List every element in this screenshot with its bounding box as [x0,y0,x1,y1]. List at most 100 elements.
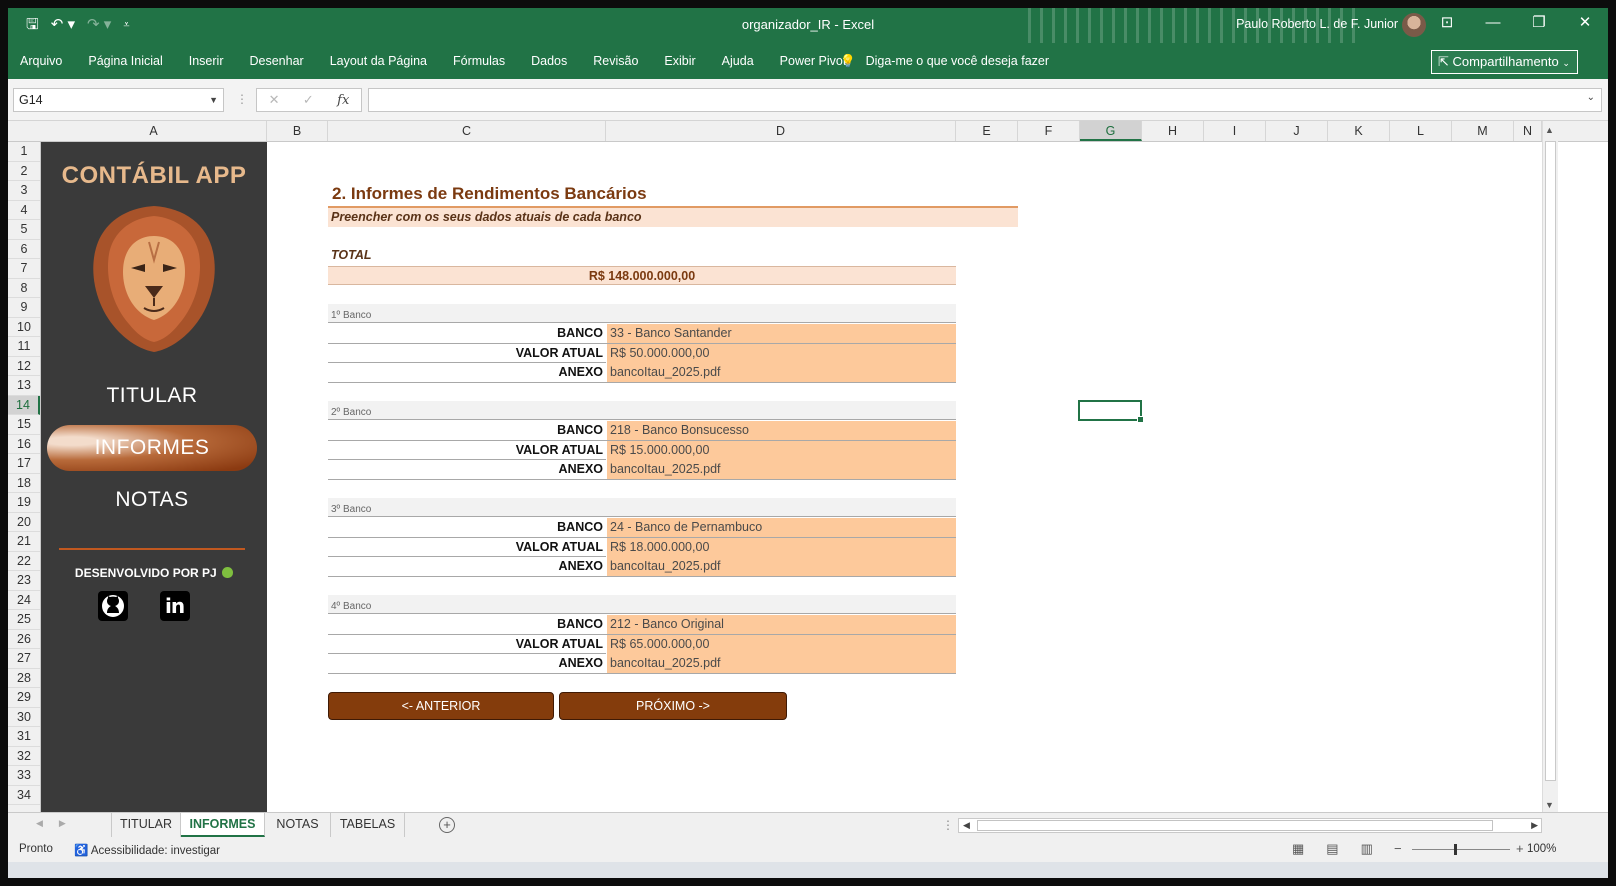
row-header[interactable]: 13 [8,376,40,396]
name-box[interactable]: G14 ▼ [13,88,224,112]
sheet-tab-titular[interactable]: TITULAR [111,813,181,837]
bank-value-field[interactable]: R$ 65.000.000,00 [606,634,956,654]
normal-view-icon[interactable]: ▦ [1292,841,1304,857]
zoom-in-icon[interactable]: + [1516,841,1524,856]
row-header[interactable]: 7 [8,259,40,279]
column-header[interactable]: K [1328,121,1390,141]
column-header[interactable]: E [956,121,1018,141]
tab-arquivo[interactable]: Arquivo [20,54,62,68]
row-header[interactable]: 18 [8,474,40,493]
insert-function-icon[interactable]: fx [337,93,349,108]
github-icon[interactable] [98,591,128,621]
nav-informes[interactable]: INFORMES [47,425,257,471]
row-header[interactable]: 16 [8,435,40,454]
scroll-down-icon[interactable]: ▼ [1545,800,1554,810]
row-header[interactable]: 1 [8,142,40,162]
row-header[interactable]: 22 [8,552,40,571]
tab-split-handle[interactable]: ⋮ [942,818,954,832]
column-header[interactable]: D [606,121,956,141]
row-header[interactable]: 3 [8,181,40,201]
save-icon[interactable]: 🖫 [26,14,39,36]
minimize-icon[interactable]: — [1470,8,1516,40]
user-name[interactable]: Paulo Roberto L. de F. Junior [1236,17,1398,31]
tab-power-pivot[interactable]: Power Pivot [780,54,847,68]
restore-icon[interactable]: ❐ [1516,8,1562,40]
row-header[interactable]: 15 [8,415,40,435]
tab-desenhar[interactable]: Desenhar [249,54,303,68]
attachment-field[interactable]: bancoItau_2025.pdf [606,460,956,479]
row-header[interactable]: 23 [8,571,40,591]
column-header[interactable]: B [267,121,328,141]
row-header[interactable]: 31 [8,727,40,747]
row-header[interactable]: 19 [8,493,40,513]
column-header[interactable]: M [1452,121,1514,141]
share-button[interactable]: ⇱ Compartilhamento ⌄ [1431,50,1578,74]
row-header[interactable]: 6 [8,240,40,259]
enter-icon[interactable]: ✓ [303,92,314,108]
row-header[interactable]: 32 [8,747,40,766]
attachment-field[interactable]: bancoItau_2025.pdf [606,557,956,576]
row-header[interactable]: 24 [8,591,40,610]
bank-name-field[interactable]: 218 - Banco Bonsucesso [606,421,956,440]
zoom-slider-thumb[interactable] [1454,844,1457,855]
zoom-slider[interactable] [1412,849,1510,850]
page-break-view-icon[interactable]: ▥ [1361,841,1373,857]
scroll-thumb[interactable] [977,820,1493,831]
row-header[interactable]: 27 [8,649,40,669]
row-header[interactable]: 33 [8,766,40,786]
column-header-selected[interactable]: G [1080,121,1142,141]
column-header[interactable]: J [1266,121,1328,141]
row-header[interactable]: 2 [8,162,40,181]
row-header[interactable]: 28 [8,669,40,688]
expand-formula-icon[interactable]: ⌄ [1587,92,1595,103]
row-header[interactable]: 11 [8,337,40,357]
chevron-down-icon[interactable]: ▼ [209,89,218,111]
column-header[interactable]: L [1390,121,1452,141]
nav-notas[interactable]: NOTAS [47,477,257,523]
tab-ajuda[interactable]: Ajuda [722,54,754,68]
sheet-tab-tabelas[interactable]: TABELAS [331,813,405,837]
close-icon[interactable]: ✕ [1562,8,1608,40]
bank-name-field[interactable]: 33 - Banco Santander [606,324,956,343]
row-header[interactable]: 17 [8,454,40,474]
row-header[interactable]: 26 [8,630,40,649]
scroll-thumb[interactable] [1545,141,1556,781]
tab-dados[interactable]: Dados [531,54,567,68]
nav-titular[interactable]: TITULAR [47,373,257,419]
row-header[interactable]: 10 [8,318,40,337]
avatar[interactable] [1402,13,1426,37]
bank-name-field[interactable]: 24 - Banco de Pernambuco [606,518,956,537]
row-header-selected[interactable]: 14 [8,395,40,415]
zoom-out-icon[interactable]: − [1394,841,1402,856]
row-header[interactable]: 25 [8,610,40,630]
row-header[interactable]: 34 [8,786,40,805]
row-header[interactable]: 4 [8,201,40,220]
accessibility-status[interactable]: ♿ Acessibilidade: investigar [74,843,220,857]
scroll-up-icon[interactable]: ▲ [1545,125,1554,135]
tell-me-box[interactable]: 💡 Diga-me o que você deseja fazer [840,54,1049,69]
tab-pagina-inicial[interactable]: Página Inicial [88,54,162,68]
sheet-nav-arrows-icon[interactable]: ◀▶ [36,818,82,829]
column-header[interactable]: N [1514,121,1542,141]
row-header[interactable]: 12 [8,357,40,376]
customize-qat-icon[interactable]: ⩡ [123,14,129,36]
previous-button[interactable]: <- ANTERIOR [328,692,554,720]
formula-input[interactable]: ⌄ [368,88,1602,112]
horizontal-scrollbar[interactable]: ◀ ▶ [958,818,1542,833]
bank-name-field[interactable]: 212 - Banco Original [606,615,956,634]
tab-revisao[interactable]: Revisão [593,54,638,68]
column-header[interactable]: F [1018,121,1080,141]
sheet-tab-notas[interactable]: NOTAS [265,813,331,837]
bank-value-field[interactable]: R$ 50.000.000,00 [606,343,956,363]
column-header[interactable]: H [1142,121,1204,141]
tab-exibir[interactable]: Exibir [664,54,695,68]
redo-icon[interactable]: ↷ ▾ [87,14,111,36]
attachment-field[interactable]: bancoItau_2025.pdf [606,363,956,382]
attachment-field[interactable]: bancoItau_2025.pdf [606,654,956,673]
bank-value-field[interactable]: R$ 15.000.000,00 [606,440,956,460]
row-header[interactable]: 9 [8,298,40,318]
column-header[interactable]: C [328,121,606,141]
linkedin-icon[interactable]: in [160,591,190,621]
scroll-right-icon[interactable]: ▶ [1531,820,1538,831]
row-header[interactable]: 21 [8,532,40,552]
